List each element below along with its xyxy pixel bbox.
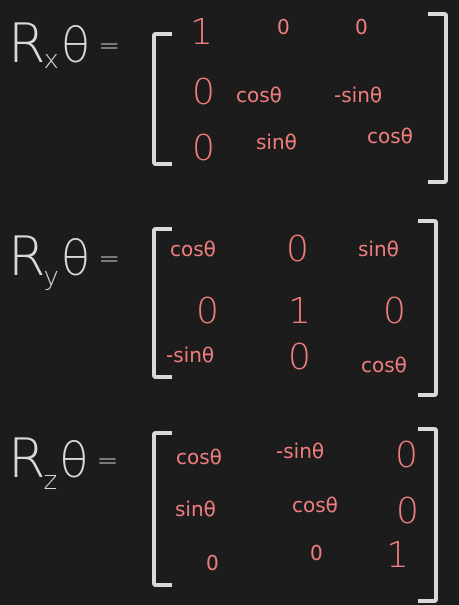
rx-cell-2-1: 0 — [192, 72, 215, 113]
rz-theta: θ — [59, 433, 89, 489]
rz-right-bracket — [418, 427, 438, 603]
rz-cell-1-3: 0 — [395, 435, 418, 476]
ry-cell-1-3: sinθ — [358, 237, 399, 261]
rx-cell-3-2: sinθ — [256, 130, 297, 154]
rx-cell-3-1: 0 — [192, 128, 215, 169]
ry-r-symbol: R — [8, 225, 46, 288]
rz-cell-2-2: cosθ — [292, 493, 338, 517]
rz-left-bracket — [152, 431, 172, 587]
rz-cell-1-1: cosθ — [176, 445, 222, 469]
rx-cell-1-2: 0 — [277, 15, 290, 39]
rx-cell-2-3: -sinθ — [334, 83, 383, 107]
ry-cell-2-2: 1 — [288, 291, 311, 332]
ry-right-bracket — [418, 219, 438, 397]
rz-cell-1-2: -sinθ — [276, 439, 325, 463]
ry-cell-2-3: 0 — [383, 291, 406, 332]
ry-cell-1-2: 0 — [286, 229, 309, 270]
rx-right-bracket — [428, 12, 448, 184]
rotation-matrices-note: Rxθ = 1 0 0 0 cosθ -sinθ 0 sinθ cosθ Ryθ =… — [0, 0, 459, 605]
rz-subscript: z — [43, 466, 58, 496]
rz-cell-3-3: 1 — [386, 535, 409, 576]
ry-cell-1-1: cosθ — [170, 237, 216, 261]
rz-cell-2-3: 0 — [396, 491, 419, 532]
ry-equals: = — [98, 244, 121, 274]
rx-cell-1-1: 1 — [190, 12, 213, 53]
rx-cell-1-3: 0 — [355, 15, 368, 39]
rx-theta: θ — [60, 18, 91, 74]
rz-equals: = — [96, 446, 119, 476]
rz-cell-2-1: sinθ — [175, 497, 216, 521]
rx-left-bracket — [152, 32, 172, 166]
rz-lhs: Rzθ = — [8, 427, 119, 496]
rx-r-symbol: R — [8, 12, 46, 75]
rx-cell-2-2: cosθ — [236, 83, 282, 107]
rx-equals: = — [98, 31, 121, 61]
ry-cell-3-3: cosθ — [361, 353, 407, 377]
ry-subscript: y — [43, 262, 59, 292]
ry-cell-3-1: -sinθ — [166, 343, 215, 367]
rx-subscript: x — [43, 45, 59, 75]
rx-matrix-block: Rxθ = 1 0 0 0 cosθ -sinθ 0 sinθ cosθ — [0, 0, 459, 190]
rz-r-symbol: R — [8, 427, 46, 490]
rz-cell-3-1: 0 — [206, 551, 219, 575]
ry-cell-2-1: 0 — [196, 291, 219, 332]
ry-theta: θ — [60, 231, 91, 287]
rz-cell-3-2: 0 — [310, 541, 323, 565]
rz-matrix-block: Rzθ = cosθ -sinθ 0 sinθ cosθ 0 0 0 1 — [0, 405, 459, 603]
ry-lhs: Ryθ = — [8, 225, 121, 292]
rx-lhs: Rxθ = — [8, 12, 120, 75]
ry-matrix-block: Ryθ = cosθ 0 sinθ 0 1 0 -sinθ 0 cosθ — [0, 205, 459, 397]
rx-cell-3-3: cosθ — [367, 124, 413, 148]
ry-cell-3-2: 0 — [288, 337, 311, 378]
